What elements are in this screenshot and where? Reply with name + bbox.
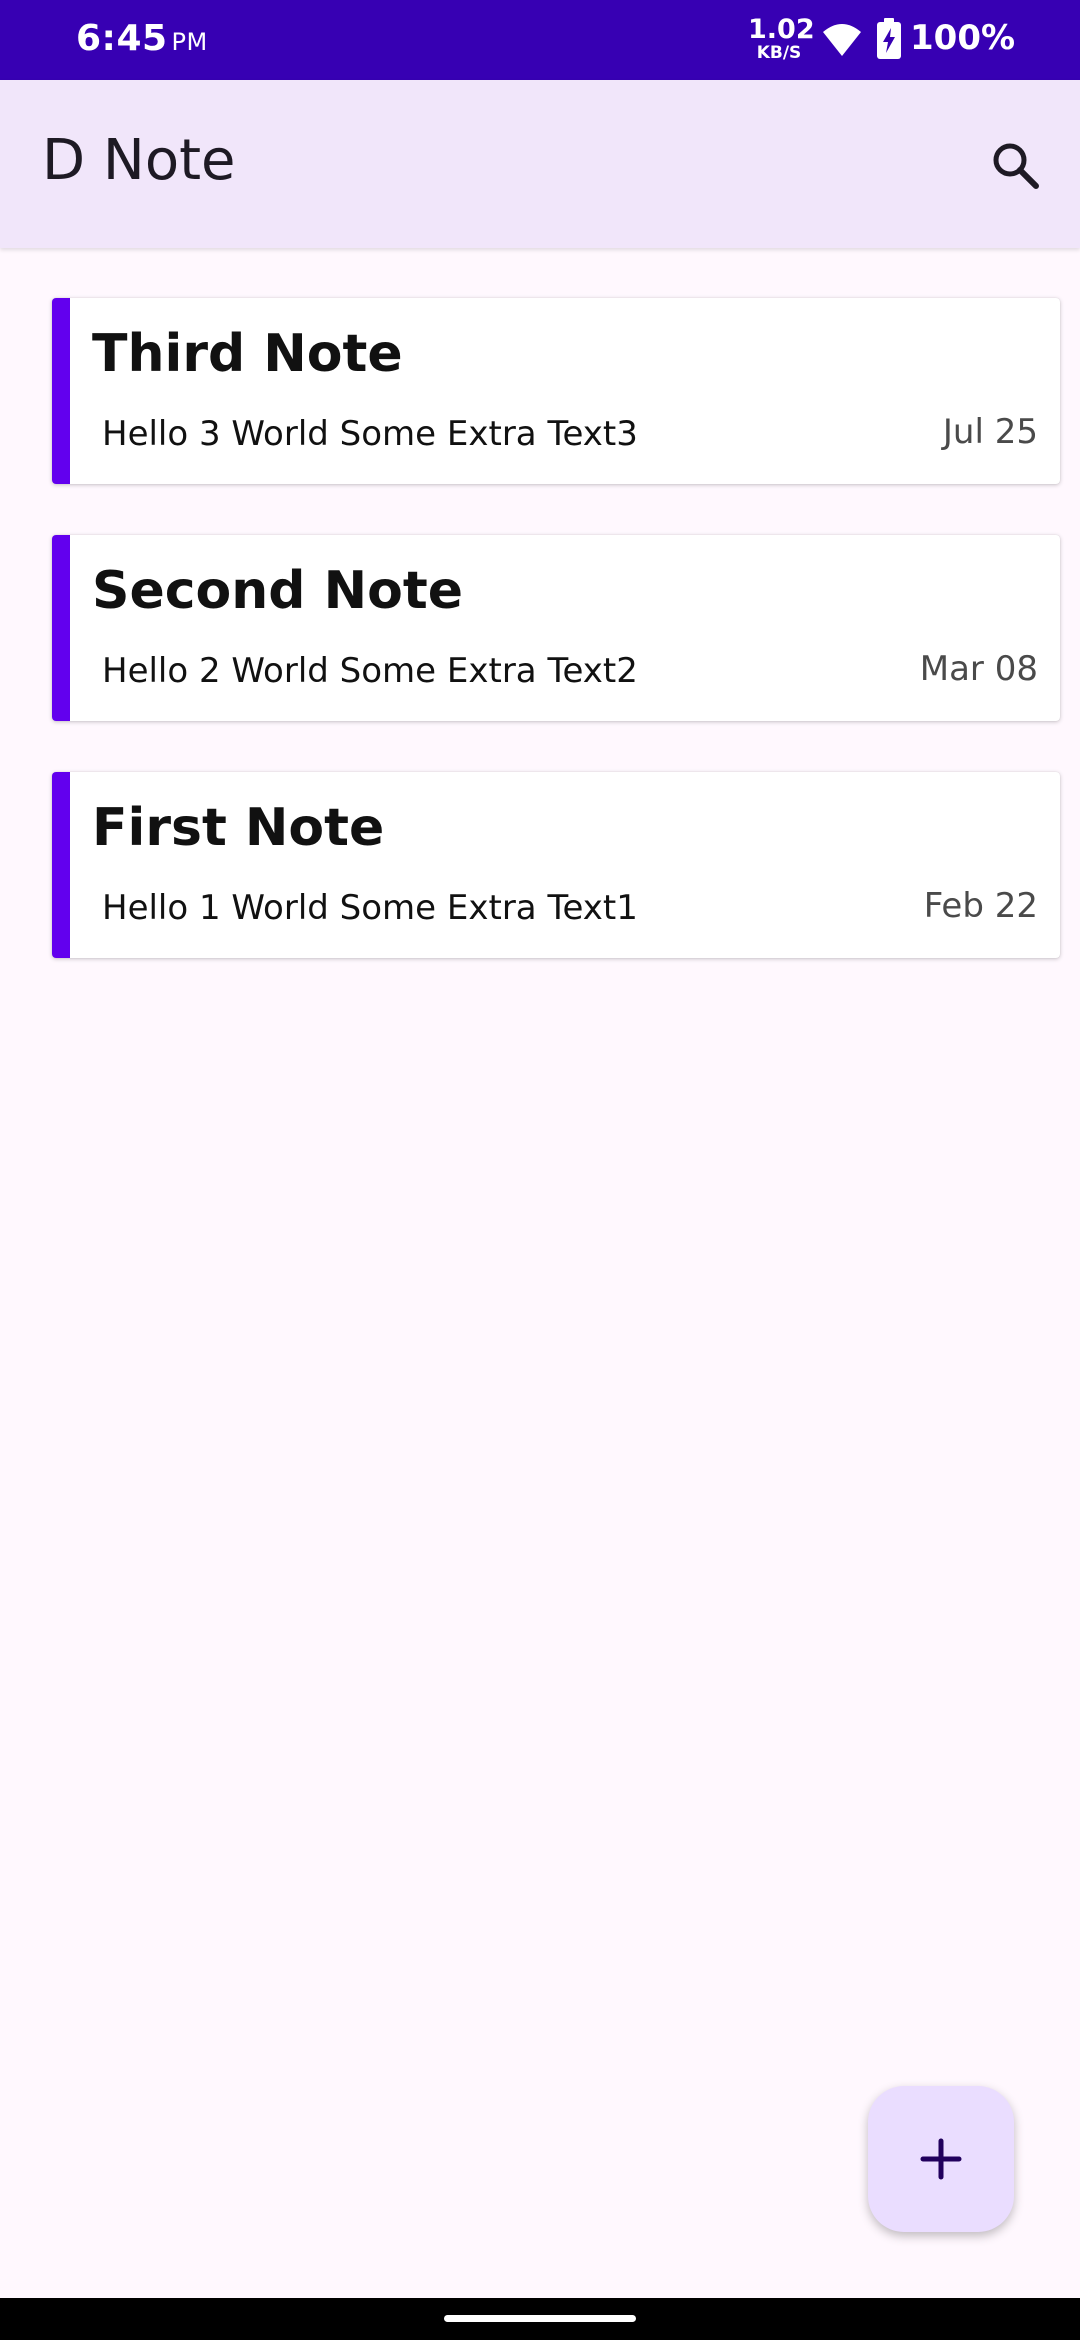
note-body: Hello 1 World Some Extra Text1 [102, 888, 638, 928]
note-card[interactable]: Second Note Hello 2 World Some Extra Tex… [52, 535, 1060, 721]
status-time: 6:45 PM [76, 18, 208, 59]
notes-list: Third Note Hello 3 World Some Extra Text… [52, 298, 1060, 1009]
search-icon [993, 143, 1039, 189]
status-time-suffix: PM [171, 28, 208, 56]
add-note-button[interactable] [868, 2086, 1014, 2232]
note-date: Jul 25 [942, 412, 1038, 452]
app-title: D Note [42, 128, 236, 193]
battery-percent: 100% [910, 18, 1016, 58]
note-date: Feb 22 [923, 886, 1038, 926]
status-bar: 6:45 PM 1.02 KB/S 100% [0, 0, 1080, 80]
home-indicator[interactable] [444, 2315, 636, 2322]
note-title: Second Note [92, 561, 463, 621]
note-accent-bar [52, 772, 70, 958]
network-speed-unit: KB/S [756, 43, 802, 63]
note-accent-bar [52, 298, 70, 484]
note-body: Hello 3 World Some Extra Text3 [102, 414, 638, 454]
battery-charging-icon [876, 18, 902, 60]
note-title: Third Note [92, 324, 403, 384]
wifi-icon [822, 22, 862, 58]
note-accent-bar [52, 535, 70, 721]
app-bar: D Note [0, 80, 1080, 248]
search-button[interactable] [976, 132, 1056, 212]
note-date: Mar 08 [919, 649, 1038, 689]
plus-icon [920, 2138, 962, 2180]
system-navigation-bar [0, 2298, 1080, 2340]
status-time-value: 6:45 [76, 18, 168, 59]
note-title: First Note [92, 798, 385, 858]
network-speed-value: 1.02 [748, 14, 815, 45]
note-card[interactable]: Third Note Hello 3 World Some Extra Text… [52, 298, 1060, 484]
note-body: Hello 2 World Some Extra Text2 [102, 651, 638, 691]
note-card[interactable]: First Note Hello 1 World Some Extra Text… [52, 772, 1060, 958]
network-speed: 1.02 KB/S [748, 14, 815, 63]
